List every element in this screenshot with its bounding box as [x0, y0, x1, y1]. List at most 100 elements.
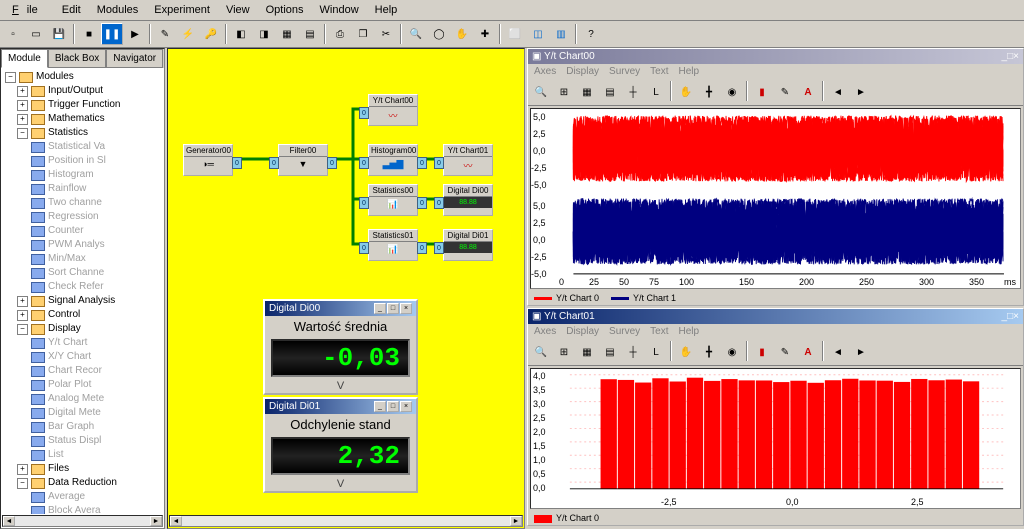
tree-datared[interactable]: Data Reduction	[48, 476, 117, 490]
pan-icon[interactable]: ✋	[675, 341, 697, 363]
tree-item[interactable]: Analog Mete	[48, 392, 104, 406]
tab-blackbox[interactable]: Black Box	[48, 49, 106, 68]
menu-experiment[interactable]: Experiment	[146, 2, 218, 18]
block-ytchart00[interactable]: Y/t Chart00 〰 0	[368, 94, 418, 126]
worksheet-canvas[interactable]: Generator00 ◑═ 0 Filter00 ▼ 0 0 Y/t Char…	[167, 48, 525, 529]
tree-item[interactable]: Position in Sl	[48, 154, 106, 168]
win1-icon[interactable]: ⬜	[504, 23, 526, 45]
tree-item[interactable]: Polar Plot	[48, 378, 91, 392]
tree-item[interactable]: Rainflow	[48, 182, 86, 196]
tree-files[interactable]: Files	[48, 462, 69, 476]
maximize-icon[interactable]: □	[387, 303, 399, 314]
tree-item[interactable]: Min/Max	[48, 252, 86, 266]
close-icon[interactable]: ×	[1013, 311, 1019, 322]
win3-icon[interactable]: ▥	[550, 23, 572, 45]
menu-modules[interactable]: Modules	[89, 2, 147, 18]
bolt-icon[interactable]: ⚡	[177, 23, 199, 45]
axes-icon[interactable]: ┼	[622, 81, 644, 103]
close-icon[interactable]: ×	[400, 303, 412, 314]
menu-edit[interactable]: Edit	[54, 2, 89, 18]
panel-titlebar[interactable]: Digital Di01 _□×	[265, 399, 416, 414]
marker-icon[interactable]: ✚	[474, 23, 496, 45]
block-statistics01[interactable]: Statistics01 📊 0 0	[368, 229, 418, 261]
yt-chart01-window[interactable]: ▣ Y/t Chart01 _□× Axes Display Survey Te…	[527, 308, 1024, 526]
input-port[interactable]: 0	[359, 107, 369, 119]
collapse-icon[interactable]: −	[5, 72, 16, 83]
wand-icon[interactable]: ✎	[154, 23, 176, 45]
tool-c-icon[interactable]: ▦	[276, 23, 298, 45]
zoom-out-icon[interactable]: ◯	[428, 23, 450, 45]
chart-titlebar[interactable]: ▣ Y/t Chart00 _□×	[528, 49, 1023, 64]
tree-item[interactable]: Histogram	[48, 168, 94, 182]
block-ytchart01[interactable]: Y/t Chart01 〰 0	[443, 144, 493, 176]
tree-item[interactable]: Two channe	[48, 196, 102, 210]
chart-menu-axes[interactable]: Axes	[534, 66, 556, 77]
close-icon[interactable]: ×	[400, 401, 412, 412]
tree-item[interactable]: Statistical Va	[48, 140, 105, 154]
collapse-icon[interactable]: −	[17, 478, 28, 489]
prev-icon[interactable]: ◄	[827, 341, 849, 363]
grid2-icon[interactable]: ▤	[599, 81, 621, 103]
input-port[interactable]: 0	[269, 157, 279, 169]
tree-signal[interactable]: Signal Analysis	[48, 294, 115, 308]
pen-icon[interactable]: ✎	[774, 81, 796, 103]
pan-icon[interactable]: ✋	[675, 81, 697, 103]
sidebar-hscroll[interactable]: ◄ ►	[2, 515, 163, 527]
key-icon[interactable]: 🔑	[200, 23, 222, 45]
chart-menu-survey[interactable]: Survey	[609, 66, 640, 77]
input-port[interactable]: 0	[434, 157, 444, 169]
pen-icon[interactable]: ✎	[774, 341, 796, 363]
zoom-icon[interactable]: 🔍	[530, 341, 552, 363]
expand-icon[interactable]: +	[17, 464, 28, 475]
scroll-left-icon[interactable]: ◄	[3, 516, 15, 526]
output-port[interactable]: 0	[232, 157, 242, 169]
chart-menu-survey[interactable]: Survey	[609, 326, 640, 337]
block-filter00[interactable]: Filter00 ▼ 0 0	[278, 144, 328, 176]
yt-chart00-window[interactable]: ▣ Y/t Chart00 _□× Axes Display Survey Te…	[527, 48, 1024, 306]
output-port[interactable]: 0	[417, 197, 427, 209]
print-icon[interactable]: ⎙	[329, 23, 351, 45]
tree-item[interactable]: Block Avera	[48, 504, 101, 514]
expand-icon[interactable]: +	[17, 86, 28, 97]
digital-display-panel-1[interactable]: Digital Di01 _□× Odchylenie stand 2,32 V	[263, 397, 418, 493]
tree-item[interactable]: X/Y Chart	[48, 350, 91, 364]
cut-icon[interactable]: ✂	[375, 23, 397, 45]
block-histogram00[interactable]: Histogram00 ▃▅▇ 0 0	[368, 144, 418, 176]
prev-icon[interactable]: ◄	[827, 81, 849, 103]
axes-icon[interactable]: ┼	[622, 341, 644, 363]
menu-file[interactable]: File	[4, 2, 54, 18]
help-icon[interactable]: ?	[580, 23, 602, 45]
tool-b-icon[interactable]: ◨	[253, 23, 275, 45]
chart-menu-display[interactable]: Display	[566, 66, 599, 77]
zoom-icon[interactable]: 🔍	[530, 81, 552, 103]
digital-display-panel-0[interactable]: Digital Di00 _□× Wartość średnia -0,03 V	[263, 299, 418, 395]
log-icon[interactable]: L	[645, 341, 667, 363]
text-icon[interactable]: A	[797, 81, 819, 103]
tree-item[interactable]: Average	[48, 490, 85, 504]
chart-titlebar[interactable]: ▣ Y/t Chart01 _□×	[528, 309, 1023, 324]
scroll-track[interactable]	[182, 516, 510, 526]
new-icon[interactable]: ▫	[2, 23, 24, 45]
tree-io[interactable]: Input/Output	[48, 84, 103, 98]
tree-item[interactable]: Check Refer	[48, 280, 104, 294]
block-digitaldi01[interactable]: Digital Di01 88.88 0	[443, 229, 493, 261]
chart-plot-area[interactable]: 5,0 2,5 0,0 -2,5 -5,0 5,0 2,5 0,0 -2,5 -…	[530, 108, 1021, 289]
pause-icon[interactable]: ❚❚	[101, 23, 123, 45]
tree-display[interactable]: Display	[48, 322, 81, 336]
chart-menu-help[interactable]: Help	[679, 326, 700, 337]
chart-menu-axes[interactable]: Axes	[534, 326, 556, 337]
output-port[interactable]: 0	[417, 242, 427, 254]
copy-icon[interactable]: ❐	[352, 23, 374, 45]
tree-root[interactable]: Modules	[36, 70, 74, 84]
next-icon[interactable]: ►	[850, 341, 872, 363]
expand-icon[interactable]: +	[17, 100, 28, 111]
input-port[interactable]: 0	[434, 242, 444, 254]
open-icon[interactable]: ▭	[25, 23, 47, 45]
play-icon[interactable]: ▶	[124, 23, 146, 45]
tree-statistics[interactable]: Statistics	[48, 126, 88, 140]
chart-menu-text[interactable]: Text	[650, 326, 668, 337]
scroll-track[interactable]	[15, 516, 150, 526]
block-digitaldi00[interactable]: Digital Di00 88.88 0	[443, 184, 493, 216]
tree-item[interactable]: Y/t Chart	[48, 336, 87, 350]
scroll-left-icon[interactable]: ◄	[170, 516, 182, 526]
